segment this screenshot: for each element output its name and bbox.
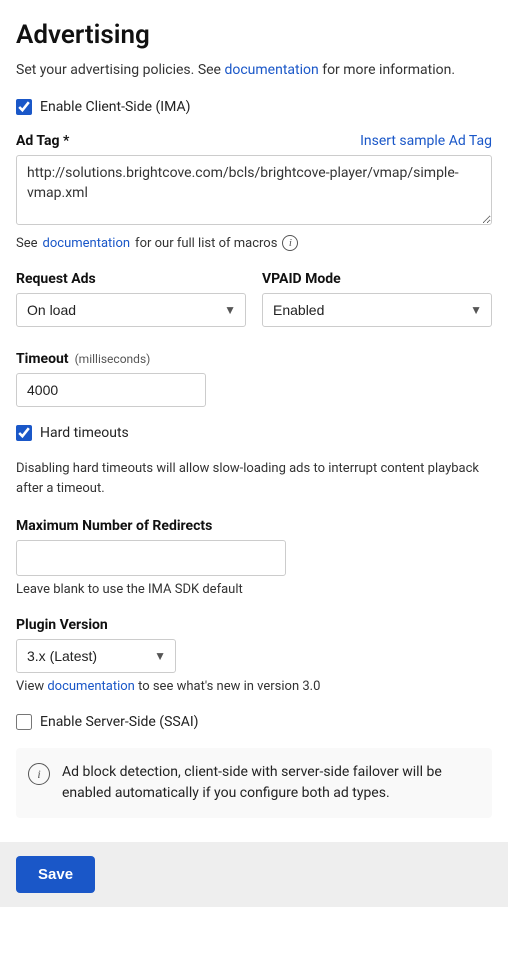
- ad-tag-input[interactable]: http://solutions.brightcove.com/bcls/bri…: [16, 155, 492, 225]
- info-box: i Ad block detection, client-side with s…: [16, 748, 492, 818]
- info-box-icon: i: [28, 763, 50, 785]
- timeout-label: Timeout: [16, 351, 69, 367]
- enable-ssai-row: Enable Server-Side (SSAI): [16, 714, 492, 730]
- hard-timeout-checkbox-row: Hard timeouts: [16, 425, 492, 441]
- info-box-text: Ad block detection, client-side with ser…: [62, 762, 480, 804]
- vpaid-mode-select[interactable]: Enabled Disabled Insecure: [262, 293, 492, 327]
- plugin-version-label: Plugin Version: [16, 617, 492, 633]
- macro-docs-link[interactable]: documentation: [43, 236, 131, 251]
- page-description: Set your advertising policies. See docum…: [16, 60, 492, 81]
- timeout-label-row: Timeout (milliseconds): [16, 351, 492, 367]
- ad-tag-label: Ad Tag *: [16, 133, 69, 149]
- plugin-version-docs-link[interactable]: documentation: [47, 679, 135, 694]
- enable-client-side-row: Enable Client-Side (IMA): [16, 99, 492, 115]
- hard-timeouts-label: Hard timeouts: [40, 425, 129, 441]
- request-vpaid-row: Request Ads On load On play On demand ▼ …: [16, 271, 492, 327]
- hard-timeouts-checkbox[interactable]: [16, 425, 32, 441]
- request-ads-select-wrapper: On load On play On demand ▼: [16, 293, 246, 327]
- vpaid-mode-select-wrapper: Enabled Disabled Insecure ▼: [262, 293, 492, 327]
- enable-ssai-label: Enable Server-Side (SSAI): [40, 714, 199, 730]
- page-container: Advertising Set your advertising policie…: [0, 0, 508, 960]
- enable-ssai-checkbox[interactable]: [16, 714, 32, 730]
- vpaid-mode-label: VPAID Mode: [262, 271, 492, 287]
- max-redirects-note: Leave blank to use the IMA SDK default: [16, 582, 492, 597]
- ad-tag-header: Ad Tag * Insert sample Ad Tag: [16, 133, 492, 149]
- plugin-version-select[interactable]: 3.x (Latest) 2.x 1.x: [16, 639, 176, 673]
- plugin-version-note: View documentation to see what's new in …: [16, 679, 492, 694]
- description-docs-link[interactable]: documentation: [224, 62, 318, 78]
- request-ads-label: Request Ads: [16, 271, 246, 287]
- save-bar: Save: [0, 842, 508, 907]
- hard-timeout-description: Disabling hard timeouts will allow slow-…: [16, 459, 492, 498]
- timeout-section: Timeout (milliseconds) 4000: [16, 351, 492, 407]
- hard-timeout-section: Hard timeouts Disabling hard timeouts wi…: [16, 425, 492, 498]
- max-redirects-label: Maximum Number of Redirects: [16, 518, 492, 534]
- enable-client-side-checkbox[interactable]: [16, 99, 32, 115]
- ssai-section: Enable Server-Side (SSAI): [16, 714, 492, 730]
- max-redirects-input[interactable]: [16, 540, 286, 576]
- timeout-input[interactable]: 4000: [16, 373, 206, 407]
- page-title: Advertising: [16, 20, 492, 50]
- vpaid-mode-col: VPAID Mode Enabled Disabled Insecure ▼: [262, 271, 492, 327]
- macro-note: See documentation for our full list of m…: [16, 235, 492, 251]
- request-ads-select[interactable]: On load On play On demand: [16, 293, 246, 327]
- insert-sample-link[interactable]: Insert sample Ad Tag: [360, 133, 492, 149]
- request-ads-col: Request Ads On load On play On demand ▼: [16, 271, 246, 327]
- save-button[interactable]: Save: [16, 856, 95, 893]
- timeout-sublabel: (milliseconds): [75, 352, 151, 366]
- enable-client-side-label: Enable Client-Side (IMA): [40, 99, 190, 115]
- plugin-version-section: Plugin Version 3.x (Latest) 2.x 1.x ▼ Vi…: [16, 617, 492, 694]
- macro-info-icon[interactable]: i: [282, 235, 298, 251]
- redirects-section: Maximum Number of Redirects Leave blank …: [16, 518, 492, 597]
- plugin-version-select-wrapper: 3.x (Latest) 2.x 1.x ▼: [16, 639, 176, 673]
